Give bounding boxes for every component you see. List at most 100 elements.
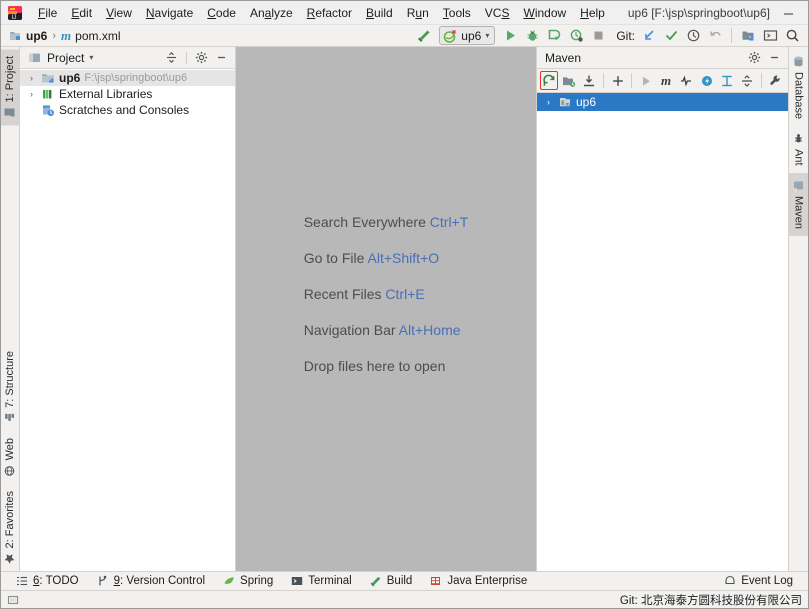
maven-project-icon: m <box>558 95 572 109</box>
git-status-label: Git: 北京海泰方圆科技股份有限公司 <box>619 594 802 607</box>
maven-tree-node-up6[interactable]: › m up6 <box>537 93 788 111</box>
hide-minimize-icon[interactable] <box>212 48 231 67</box>
expand-arrow-icon[interactable]: › <box>26 73 37 83</box>
collapse-all-icon[interactable] <box>737 71 756 91</box>
git-status-area[interactable]: Git: 北京海泰方圆科技股份有限公司 <box>620 592 802 608</box>
status-item-event-log[interactable]: Event Log <box>715 575 802 587</box>
status-item-build[interactable]: Build <box>361 575 422 587</box>
breadcrumb-file[interactable]: m pom.xml <box>61 28 120 44</box>
memory-indicator-icon[interactable] <box>7 594 19 606</box>
profiler-icon[interactable] <box>566 26 586 46</box>
toolbar-divider <box>731 28 732 43</box>
sidebar-item-web-label: Web <box>4 438 16 461</box>
breadcrumb-project-label: up6 <box>26 28 48 43</box>
external-libraries-icon <box>41 87 55 101</box>
rollback-undo-icon <box>705 26 725 46</box>
menu-item-file[interactable]: File <box>31 3 64 23</box>
menu-item-navigate[interactable]: Navigate <box>139 3 200 23</box>
tree-node-scratches-label: Scratches and Consoles <box>59 103 190 117</box>
chevron-down-icon[interactable]: ▾ <box>485 31 489 40</box>
tree-node-up6[interactable]: › up6 F:\jsp\springboot\up6 <box>20 70 235 86</box>
editor-empty-area[interactable]: Search Everywhere Ctrl+T Go to File Alt+… <box>236 47 536 571</box>
status-item-version-control[interactable]: 9: Version Control <box>88 575 214 587</box>
update-project-arrow-icon[interactable] <box>639 26 659 46</box>
menu-item-help[interactable]: Help <box>573 3 612 23</box>
generate-sources-icon[interactable] <box>559 71 578 91</box>
menu-item-vcs[interactable]: VCS <box>478 3 517 23</box>
status-item-terminal[interactable]: Terminal <box>282 575 360 587</box>
build-hammer-icon[interactable] <box>414 26 434 46</box>
run-configuration-name: up6 <box>461 28 482 43</box>
tree-node-external-libraries[interactable]: › External Libraries <box>20 86 235 102</box>
idea-window: IJ File Edit View Navigate Code Analyze … <box>0 0 809 609</box>
sidebar-item-database[interactable]: Database <box>789 49 808 126</box>
menu-item-run[interactable]: Run <box>400 3 436 23</box>
menu-item-build[interactable]: Build <box>359 3 400 23</box>
execute-maven-goal-icon[interactable]: m <box>656 71 675 91</box>
status-item-todo[interactable]: 6: TODO <box>7 575 88 587</box>
tree-node-scratches[interactable]: › Scratches and Consoles <box>20 102 235 118</box>
status-item-java-enterprise[interactable]: Java Enterprise <box>421 575 536 587</box>
run-configuration-selector[interactable]: up6 ▾ <box>439 26 496 45</box>
breadcrumb-project[interactable]: up6 <box>9 29 47 43</box>
tip-action-label: Search Everywhere <box>303 214 426 230</box>
gear-icon[interactable] <box>192 48 211 67</box>
commit-checkmark-icon[interactable] <box>661 26 681 46</box>
menu-item-code[interactable]: Code <box>200 3 243 23</box>
menu-item-window[interactable]: Window <box>516 3 573 23</box>
structure-icon <box>5 413 16 424</box>
show-dependencies-icon[interactable] <box>717 71 736 91</box>
vcs-history-clock-icon[interactable] <box>683 26 703 46</box>
sidebar-item-database-label: Database <box>792 72 805 120</box>
build-hammer-icon <box>370 575 382 587</box>
search-magnifier-icon[interactable] <box>782 26 802 46</box>
expand-arrow-icon[interactable]: › <box>26 89 37 99</box>
minimize-button[interactable] <box>770 1 808 25</box>
gear-icon[interactable] <box>745 48 764 67</box>
maven-tree[interactable]: › m up6 <box>537 93 788 571</box>
menu-item-refactor[interactable]: Refactor <box>300 3 359 23</box>
left-rail-top-group: 1: Project <box>1 49 19 126</box>
debug-bug-icon[interactable] <box>522 26 542 46</box>
run-with-coverage-icon[interactable] <box>544 26 564 46</box>
add-maven-project-icon[interactable] <box>608 71 627 91</box>
menu-item-edit[interactable]: Edit <box>64 3 99 23</box>
left-tool-rail: 1: Project 7: Structure Web 2: Favorites <box>1 47 20 571</box>
menu-item-tools[interactable]: Tools <box>436 3 478 23</box>
toggle-skip-tests-icon[interactable] <box>677 71 696 91</box>
tree-node-up6-path: F:\jsp\springboot\up6 <box>84 72 188 84</box>
chevron-down-icon[interactable]: ▾ <box>89 53 93 62</box>
git-label: Git: <box>616 28 635 43</box>
maven-toolbar-divider <box>602 73 604 88</box>
sidebar-item-structure[interactable]: 7: Structure <box>1 344 19 431</box>
sidebar-item-ant-label: Ant <box>792 149 805 166</box>
sidebar-item-project[interactable]: 1: Project <box>1 49 19 126</box>
tip-shortcut-label: Ctrl+E <box>385 286 425 302</box>
sidebar-item-web[interactable]: Web <box>1 431 19 483</box>
tip-action-label: Go to File <box>303 250 365 266</box>
svg-text:m: m <box>565 102 570 108</box>
sidebar-item-ant[interactable]: Ant <box>789 126 808 173</box>
project-tree[interactable]: › up6 F:\jsp\springboot\up6 › External L… <box>20 69 235 571</box>
breadcrumb-file-label: pom.xml <box>75 28 121 43</box>
expand-arrow-icon[interactable]: › <box>543 97 554 107</box>
sidebar-item-favorites[interactable]: 2: Favorites <box>1 484 19 571</box>
toggle-offline-mode-icon[interactable] <box>697 71 716 91</box>
maven-toolbar: m <box>537 69 788 93</box>
hide-minimize-icon[interactable] <box>765 48 784 67</box>
menu-item-view[interactable]: View <box>99 3 139 23</box>
terminal-screen-icon[interactable] <box>760 26 780 46</box>
status-item-spring-label: Spring <box>240 575 274 587</box>
sidebar-item-maven[interactable]: m Maven <box>789 172 808 236</box>
terminal-screen-icon <box>291 575 303 587</box>
project-structure-icon[interactable] <box>738 26 758 46</box>
maven-panel-title: Maven <box>545 50 582 65</box>
collapse-all-icon[interactable] <box>162 48 181 67</box>
maven-settings-wrench-icon[interactable] <box>766 71 785 91</box>
tip-drop-files: Drop files here to open <box>304 358 469 374</box>
download-sources-icon[interactable] <box>580 71 599 91</box>
status-item-spring[interactable]: Spring <box>214 575 282 587</box>
menu-item-analyze[interactable]: Analyze <box>243 3 300 23</box>
reload-all-maven-projects-icon[interactable] <box>540 71 559 90</box>
run-play-icon[interactable] <box>500 26 520 46</box>
